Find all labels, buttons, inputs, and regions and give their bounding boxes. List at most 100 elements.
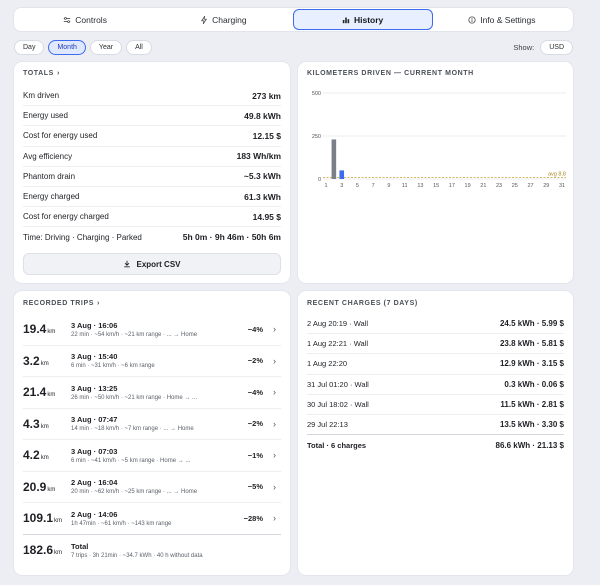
charge-value: 11.5 kWh · 2.81 $ <box>500 399 564 409</box>
charge-label: 29 Jul 22:13 <box>307 420 348 430</box>
tab-charging[interactable]: Charging <box>154 9 292 30</box>
trip-km-unit: km <box>40 423 49 430</box>
charge-row: 2 Aug 20:19 · Wall 24.5 kWh · 5.99 $ <box>307 314 564 335</box>
charges-total-label: Total · 6 charges <box>307 440 367 450</box>
totals-card: TOTALS › Km driven 273 km Energy used 49.8… <box>14 62 290 283</box>
totals-row: Cost for energy used 12.15 $ <box>23 126 281 147</box>
x-tick-label: 17 <box>449 183 455 189</box>
chevron-right-icon: › <box>273 355 276 366</box>
sliders-icon <box>64 16 71 23</box>
total-label: Total <box>71 541 89 551</box>
x-tick-label: 31 <box>559 183 565 189</box>
trip-detail: 6 min · ~41 km/h · ~5 km range · Home → … <box>71 457 191 464</box>
trip-info: 3 Aug · 15:40 6 min · ~31 km/h · ~6 km ra… <box>71 352 233 369</box>
trip-time: 3 Aug · 07:47 <box>71 415 118 425</box>
charge-value: 12.9 kWh · 3.15 $ <box>499 359 564 369</box>
x-tick-label: 11 <box>402 183 408 189</box>
trip-detail: 1h 47min · ~61 km/h · ~143 km range <box>71 520 172 527</box>
x-tick-label: 19 <box>465 183 471 189</box>
trip-battery-pct: −2% <box>247 419 263 429</box>
trip-row[interactable]: 4.2km 3 Aug · 07:03 6 min · ~41 km/h · ~5… <box>23 440 281 472</box>
trip-km-unit: km <box>47 392 56 399</box>
row-label: Avg efficiency <box>23 151 73 161</box>
totals-row: Energy used 49.8 kWh <box>23 106 281 127</box>
row-label: Energy used <box>23 111 68 121</box>
trip-row[interactable]: 109.1km 2 Aug · 14:06 1h 47min · ~61 km/h… <box>23 503 281 535</box>
trip-km-unit: km <box>54 518 63 525</box>
chevron-right-icon: › <box>273 418 276 429</box>
chevron-right-icon: › <box>273 450 276 461</box>
tab-label: Info & Settings <box>480 14 536 25</box>
tab-controls[interactable]: Controls <box>16 9 154 30</box>
km-bar-chart: 0250500avg 8.81 3 5 7 9 11 13 15 17 19 21 23 25 27 29 3… <box>312 91 566 189</box>
trip-battery-pct: −1% <box>247 450 263 460</box>
filter-all[interactable]: All <box>126 39 152 55</box>
trip-time: 3 Aug · 07:03 <box>71 446 118 456</box>
trip-info: 3 Aug · 13:25 26 min · ~50 km/h · ~21 km … <box>71 384 233 401</box>
trip-km-value: 20.9 <box>23 479 47 494</box>
row-value: 183 Wh/km <box>236 151 281 162</box>
recent-charges-card: RECENT CHARGES (7 DAYS) 2 Aug 20:19 · Wa… <box>298 291 573 575</box>
charge-row: 30 Jul 18:02 · Wall 11.5 kWh · 2.81 $ <box>307 395 564 415</box>
trip-km-value: 109.1 <box>23 511 54 526</box>
row-value: 14.95 $ <box>252 211 281 222</box>
y-tick-label: 250 <box>312 134 321 140</box>
trip-km-value: 3.2 <box>23 353 40 368</box>
x-tick-label: 21 <box>480 183 486 189</box>
x-tick-label: 1 <box>324 183 327 189</box>
trip-km-value: 21.4 <box>23 385 47 400</box>
trip-list: 19.4km 3 Aug · 16:06 22 min · ~54 km/h · … <box>23 314 281 566</box>
chart-bar-day-3 <box>339 170 345 179</box>
x-tick-label: 9 <box>387 183 390 189</box>
trip-battery-pct: −4% <box>247 387 263 397</box>
trip-info: 3 Aug · 07:47 14 min · ~18 km/h · ~7 km r… <box>71 415 233 432</box>
trip-detail: 22 min · ~54 km/h · ~21 km range · ... →… <box>71 331 198 338</box>
row-label: Km driven <box>23 91 60 101</box>
download-icon <box>124 260 131 268</box>
tab-info-settings[interactable]: Info & Settings <box>433 9 571 30</box>
trip-row[interactable]: 21.4km 3 Aug · 13:25 26 min · ~50 km/h · … <box>23 377 281 409</box>
totals-row: Time: Driving · Charging · Parked 5h 0m ·… <box>23 227 281 247</box>
tab-label: History <box>353 14 384 25</box>
tab-history[interactable]: History <box>292 9 433 30</box>
charge-row: 29 Jul 22:13 13.5 kWh · 3.30 $ <box>307 415 564 436</box>
totals-title: TOTALS <box>23 70 54 77</box>
totals-title-row[interactable]: TOTALS › <box>23 70 60 77</box>
average-label: avg 8.8 <box>548 171 566 177</box>
trip-row[interactable]: 20.9km 2 Aug · 16:04 20 min · ~62 km/h · … <box>23 472 281 503</box>
trip-row[interactable]: 19.4km 3 Aug · 16:06 22 min · ~54 km/h · … <box>23 314 281 346</box>
row-value: 49.8 kWh <box>244 110 281 121</box>
top-tab-bar: Controls Charging History Info & Setting… <box>14 8 573 31</box>
charge-value: 13.5 kWh · 3.30 $ <box>499 420 564 430</box>
trip-battery-pct: −4% <box>247 324 263 334</box>
trip-distance: 4.3km <box>23 417 71 431</box>
chart-title: KILOMETERS DRIVEN — CURRENT MONTH <box>307 70 474 77</box>
chevron-right-icon: › <box>273 387 276 398</box>
trip-row[interactable]: 3.2km 3 Aug · 15:40 6 min · ~31 km/h · ~6… <box>23 346 281 377</box>
currency-button[interactable]: USD <box>540 39 573 55</box>
totals-row: Energy charged 61.3 kWh <box>23 187 281 208</box>
row-value: 5h 0m · 9h 46m · 50h 6m <box>182 232 281 243</box>
currency-selector: Show: USD <box>513 39 573 55</box>
trip-row[interactable]: 4.3km 3 Aug · 07:47 14 min · ~18 km/h · ~… <box>23 409 281 440</box>
export-csv-button[interactable]: Export CSV <box>23 253 281 275</box>
charge-value: 23.8 kWh · 5.81 $ <box>499 339 564 349</box>
chevron-right-icon: › <box>97 300 100 307</box>
bar-chart-icon <box>342 17 350 23</box>
charge-label: 1 Aug 22:20 <box>307 359 348 369</box>
total-detail: 7 trips · 3h 21min · ~34.7 kWh · 40 h wi… <box>71 552 203 559</box>
totals-row: Phantom drain ~5.3 kWh <box>23 167 281 187</box>
charge-value: 24.5 kWh · 5.99 $ <box>499 319 564 329</box>
chevron-right-icon: › <box>273 481 276 492</box>
filter-day[interactable]: Day <box>14 39 45 55</box>
recorded-trips-card: RECORDED TRIPS › 19.4km 3 Aug · 16:06 22 … <box>14 291 290 575</box>
filter-month[interactable]: Month <box>48 39 86 55</box>
charges-total-row: Total · 6 charges 86.6 kWh · 21.13 $ <box>307 435 564 455</box>
trips-title-row[interactable]: RECORDED TRIPS › <box>23 300 100 307</box>
charge-row: 1 Aug 22:20 12.9 kWh · 3.15 $ <box>307 354 564 375</box>
filter-year[interactable]: Year <box>89 39 123 55</box>
trip-km-unit: km <box>40 455 49 462</box>
trip-time: 3 Aug · 16:06 <box>71 320 118 330</box>
trip-km-unit: km <box>40 360 49 367</box>
trip-time: 2 Aug · 14:06 <box>71 509 118 519</box>
